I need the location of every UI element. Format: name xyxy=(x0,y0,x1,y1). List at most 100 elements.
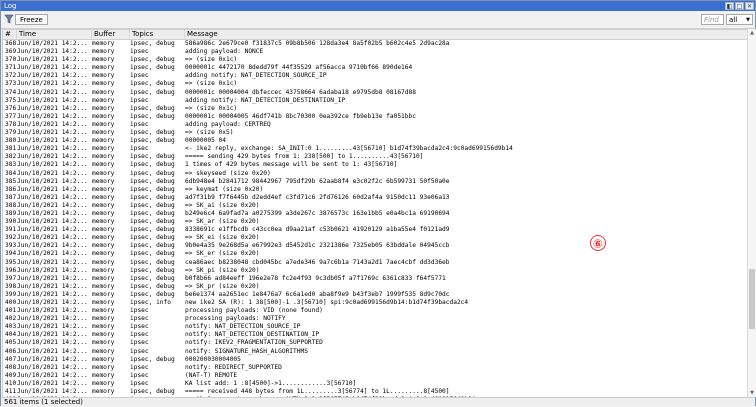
column-header-number[interactable]: # xyxy=(3,30,17,39)
table-row[interactable]: 397 Jun/10/2021 14:2... memory ipsec, debug… xyxy=(3,275,747,283)
row-time: Jun/10/2021 14:2... xyxy=(17,40,88,47)
table-row[interactable]: 377 Jun/10/2021 14:2... memory ipsec, debug… xyxy=(3,113,747,121)
row-buffer: memory xyxy=(92,250,115,258)
table-row[interactable]: 410 Jun/10/2021 14:2... memory ipsec KA list… xyxy=(3,380,747,388)
table-row[interactable]: 375 Jun/10/2021 14:2... memory ipsec adding … xyxy=(3,97,747,105)
table-row[interactable]: 394 Jun/10/2021 14:2... memory ipsec, debug… xyxy=(3,250,747,258)
maximize-button[interactable]: □ xyxy=(735,2,744,10)
table-row[interactable]: 383 Jun/10/2021 14:2... memory ipsec, debug… xyxy=(3,161,747,169)
row-topics: ipsec xyxy=(130,379,149,387)
table-row[interactable]: 381 Jun/10/2021 14:2... memory ipsec <- ike2… xyxy=(3,145,747,153)
row-time: Jun/10/2021 14:2... xyxy=(17,331,88,339)
table-row[interactable]: 400 Jun/10/2021 14:2... memory ipsec, info n… xyxy=(3,299,747,307)
log-window: Log ◧ □ ✕ Freeze Find all ▼ # Time Buffe… xyxy=(0,0,756,406)
table-row[interactable]: 392 Jun/10/2021 14:2... memory ipsec, debug… xyxy=(3,234,747,242)
restore-button[interactable]: ◧ xyxy=(725,2,734,10)
row-buffer: memory xyxy=(92,112,115,120)
row-time: Jun/10/2021 14:2... xyxy=(17,137,88,145)
table-row[interactable]: 401 Jun/10/2021 14:2... memory ipsec process… xyxy=(3,307,747,315)
find-input[interactable]: Find xyxy=(701,14,724,25)
table-row[interactable]: 368 Jun/10/2021 14:2... memory ipsec, debug… xyxy=(3,40,747,48)
freeze-button[interactable]: Freeze xyxy=(15,14,48,25)
table-row[interactable]: 390 Jun/10/2021 14:2... memory ipsec, debug… xyxy=(3,218,747,226)
table-row[interactable]: 378 Jun/10/2021 14:2... memory ipsec adding … xyxy=(3,121,747,129)
row-buffer: memory xyxy=(92,274,115,282)
table-row[interactable]: 374 Jun/10/2021 14:2... memory ipsec, debug… xyxy=(3,89,747,97)
row-topics: ipsec, debug xyxy=(130,193,175,201)
table-row[interactable]: 396 Jun/10/2021 14:2... memory ipsec, debug… xyxy=(3,267,747,275)
filter-select[interactable]: all ▼ xyxy=(726,14,753,25)
row-buffer: memory xyxy=(92,226,115,234)
table-row[interactable]: 387 Jun/10/2021 14:2... memory ipsec, debug… xyxy=(3,194,747,202)
row-buffer: memory xyxy=(92,137,115,145)
table-row[interactable]: 371 Jun/10/2021 14:2... memory ipsec, debug… xyxy=(3,64,747,72)
scroll-down-icon[interactable]: ▼ xyxy=(748,389,756,397)
row-buffer: memory xyxy=(92,56,115,64)
table-row[interactable]: 404 Jun/10/2021 14:2... memory ipsec notify… xyxy=(3,331,747,339)
row-buffer: memory xyxy=(92,242,115,250)
row-time: Jun/10/2021 14:2... xyxy=(17,347,88,355)
row-buffer: memory xyxy=(92,371,115,379)
table-row[interactable]: 379 Jun/10/2021 14:2... memory ipsec, debug… xyxy=(3,129,747,137)
column-header-time[interactable]: Time xyxy=(17,30,92,39)
filter-select-value: all xyxy=(729,16,738,24)
table-row[interactable]: 373 Jun/10/2021 14:2... memory ipsec, debug… xyxy=(3,80,747,88)
table-row[interactable]: 395 Jun/10/2021 14:2... memory ipsec, debug… xyxy=(3,259,747,267)
table-row[interactable]: 409 Jun/10/2021 14:2... memory ipsec (NAT-T)… xyxy=(3,372,747,380)
column-header-buffer[interactable]: Buffer xyxy=(92,30,130,39)
row-time: Jun/10/2021 14:2... xyxy=(17,193,88,201)
table-row[interactable]: 388 Jun/10/2021 14:2... memory ipsec, debug… xyxy=(3,202,747,210)
row-time: Jun/10/2021 14:2... xyxy=(17,80,88,88)
row-topics: ipsec xyxy=(130,315,149,323)
table-row[interactable]: 391 Jun/10/2021 14:2... memory ipsec, debug… xyxy=(3,226,747,234)
table-row[interactable]: 406 Jun/10/2021 14:2... memory ipsec notify… xyxy=(3,348,747,356)
row-buffer: memory xyxy=(92,218,115,226)
close-button[interactable]: ✕ xyxy=(745,2,754,10)
table-row[interactable]: 380 Jun/10/2021 14:2... memory ipsec, debug… xyxy=(3,137,747,145)
table-row[interactable]: 393 Jun/10/2021 14:2... memory ipsec, debug… xyxy=(3,242,747,250)
row-topics: ipsec xyxy=(130,145,149,153)
row-buffer: memory xyxy=(92,234,115,242)
row-topics: ipsec, debug xyxy=(130,290,175,298)
table-row[interactable]: 386 Jun/10/2021 14:2... memory ipsec, debug… xyxy=(3,186,747,194)
row-message: (NAT-T) REMOTE xyxy=(185,371,238,379)
scrollbar-thumb[interactable] xyxy=(749,269,755,329)
table-row[interactable]: 385 Jun/10/2021 14:2... memory ipsec, debug… xyxy=(3,178,747,186)
column-header-topics[interactable]: Topics xyxy=(130,30,185,39)
row-topics: ipsec, debug xyxy=(130,274,175,282)
table-row[interactable]: 407 Jun/10/2021 14:2... memory ipsec, debug… xyxy=(3,356,747,364)
annotation-marker: ⑥ xyxy=(590,235,606,251)
table-row[interactable]: 370 Jun/10/2021 14:2... memory ipsec, debug… xyxy=(3,56,747,64)
chevron-down-icon: ▼ xyxy=(746,17,750,23)
table-row[interactable]: 372 Jun/10/2021 14:2... memory ipsec adding … xyxy=(3,72,747,80)
table-row[interactable]: 411 Jun/10/2021 14:2... memory ipsec, debug… xyxy=(3,388,747,396)
table-row[interactable]: 403 Jun/10/2021 14:2... memory ipsec notify… xyxy=(3,323,747,331)
column-header-message[interactable]: Message xyxy=(185,30,747,39)
vertical-scrollbar[interactable]: ▲ ▼ xyxy=(747,29,756,397)
row-message: => (size 0x1c) xyxy=(185,80,238,88)
filter-icon[interactable] xyxy=(4,14,14,24)
table-row[interactable]: 399 Jun/10/2021 14:2... memory ipsec, debug… xyxy=(3,291,747,299)
table-row[interactable]: 369 Jun/10/2021 14:2... memory ipsec adding … xyxy=(3,48,747,56)
table-row[interactable]: 402 Jun/10/2021 14:2... memory ipsec process… xyxy=(3,315,747,323)
row-time: Jun/10/2021 14:2... xyxy=(17,266,88,274)
table-row[interactable]: 408 Jun/10/2021 14:2... memory ipsec notify… xyxy=(3,364,747,372)
row-buffer: memory xyxy=(92,88,115,96)
table-row[interactable]: 405 Jun/10/2021 14:2... memory ipsec notify… xyxy=(3,339,747,347)
row-topics: ipsec, debug xyxy=(130,169,175,177)
table-row[interactable]: 398 Jun/10/2021 14:2... memory ipsec, debug… xyxy=(3,283,747,291)
row-topics: ipsec, debug xyxy=(130,88,175,96)
row-message: 6db948e4 b2841712 98442967 795df29b 62aa… xyxy=(185,177,450,185)
table-row[interactable]: 389 Jun/10/2021 14:2... memory ipsec, debug… xyxy=(3,210,747,218)
row-message: ad7f31b9 f7f6445b d2edd4ef c3fd71c6 2fd7… xyxy=(185,193,450,201)
table-row[interactable]: 382 Jun/10/2021 14:2... memory ipsec, debug… xyxy=(3,153,747,161)
row-topics: ipsec, debug xyxy=(130,226,175,234)
table-row[interactable]: 384 Jun/10/2021 14:2... memory ipsec, debug… xyxy=(3,170,747,178)
row-topics: ipsec xyxy=(130,363,149,371)
table-row[interactable]: 376 Jun/10/2021 14:2... memory ipsec, debug… xyxy=(3,105,747,113)
row-time: Jun/10/2021 14:2... xyxy=(17,104,88,112)
status-bar: 561 items (1 selected) xyxy=(1,397,755,406)
row-topics: ipsec, debug xyxy=(130,201,175,209)
toolbar: Freeze Find all ▼ xyxy=(1,11,755,29)
scroll-up-icon[interactable]: ▲ xyxy=(748,29,756,37)
